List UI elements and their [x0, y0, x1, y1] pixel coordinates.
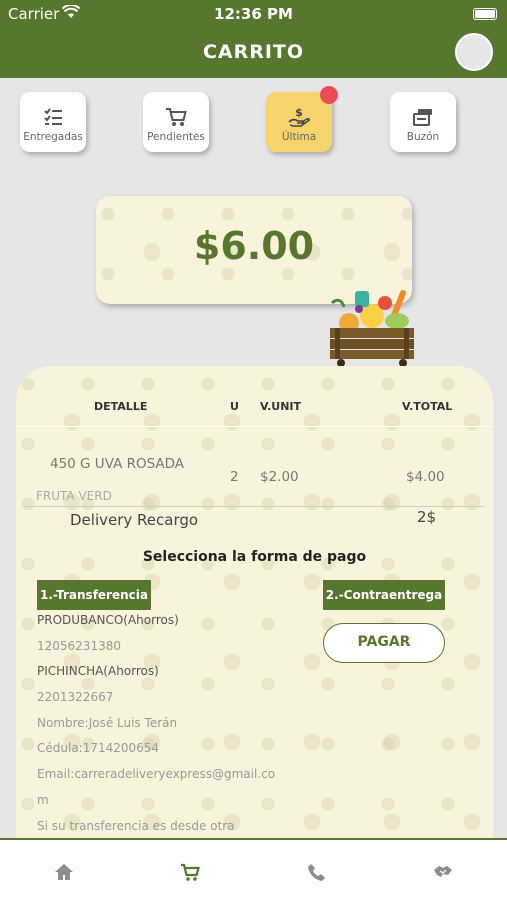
inbox-icon	[413, 109, 432, 126]
item-name: 450 G UVA ROSADA	[50, 456, 185, 472]
tab-label: Última	[281, 131, 317, 143]
handshake-icon[interactable]	[433, 862, 453, 882]
bank1-account: 12056231380	[37, 639, 121, 653]
avatar[interactable]	[455, 33, 493, 71]
item-unit-price: $2.00	[260, 469, 299, 485]
phone-icon[interactable]	[307, 862, 327, 882]
produce-crate-icon	[330, 290, 414, 367]
transfer-button[interactable]: 1.-Transferencia	[37, 580, 151, 610]
bottom-nav	[0, 838, 507, 900]
holder-email: Email:carreradeliveryexpress@gmail.co	[37, 767, 276, 781]
bank2-name: PICHINCHA(Ahorros)	[37, 664, 159, 678]
transfer-note: Si su transferencia es desde otra	[37, 819, 235, 833]
tab-buzon[interactable]: Buzón	[390, 92, 456, 152]
tab-pendientes[interactable]: Pendientes	[143, 92, 209, 152]
home-icon[interactable]	[54, 862, 74, 882]
holder-email-cont: m	[37, 793, 49, 807]
tab-label: Entregadas	[23, 131, 83, 143]
pay-button[interactable]: PAGAR	[323, 623, 445, 663]
delivery-label: Delivery Recargo	[70, 511, 199, 529]
cart-icon[interactable]	[180, 862, 200, 882]
tab-label: Pendientes	[147, 131, 205, 143]
delivery-value: 2$	[417, 508, 437, 526]
cash-on-delivery-button[interactable]: 2.-Contraentrega	[323, 580, 445, 610]
status-bar: Carrier 12:36 PM	[0, 0, 507, 28]
header-vtotal: V.TOTAL	[402, 400, 453, 413]
item-total: $4.00	[406, 469, 445, 485]
item-category: FRUTA VERD	[36, 489, 112, 503]
receipt-panel: DETALLE U V.UNIT V.TOTAL 450 G UVA ROSAD…	[16, 366, 493, 838]
tab-entregadas[interactable]: Entregadas	[20, 92, 86, 152]
page-title: CARRITO	[202, 41, 305, 63]
header-detalle: DETALLE	[94, 400, 148, 413]
bank1-name: PRODUBANCO(Ahorros)	[37, 613, 179, 627]
checklist-icon	[44, 108, 62, 125]
header-u: U	[230, 400, 239, 413]
row-divider	[24, 506, 485, 507]
bank2-account: 2201322667	[37, 690, 114, 704]
svg-text:$: $	[295, 106, 303, 119]
header-divider	[16, 426, 493, 427]
total-amount: $6.00	[193, 224, 315, 268]
header-vunit: V.UNIT	[260, 400, 302, 413]
item-units: 2	[230, 469, 239, 485]
tab-label: Buzón	[406, 131, 440, 143]
tab-ultima[interactable]: $ Última	[266, 86, 338, 152]
holder-name: Nombre:José Luis Terán	[37, 716, 178, 730]
notification-badge	[320, 86, 338, 104]
cart-icon	[166, 108, 187, 126]
payment-title: Selecciona la forma de pago	[142, 549, 367, 565]
app-header: CARRITO	[0, 28, 507, 78]
clock: 12:36 PM	[214, 5, 293, 23]
battery-icon	[473, 8, 497, 20]
holder-id: Cédula:1714200654	[37, 741, 160, 755]
hand-money-icon: $	[288, 106, 310, 127]
